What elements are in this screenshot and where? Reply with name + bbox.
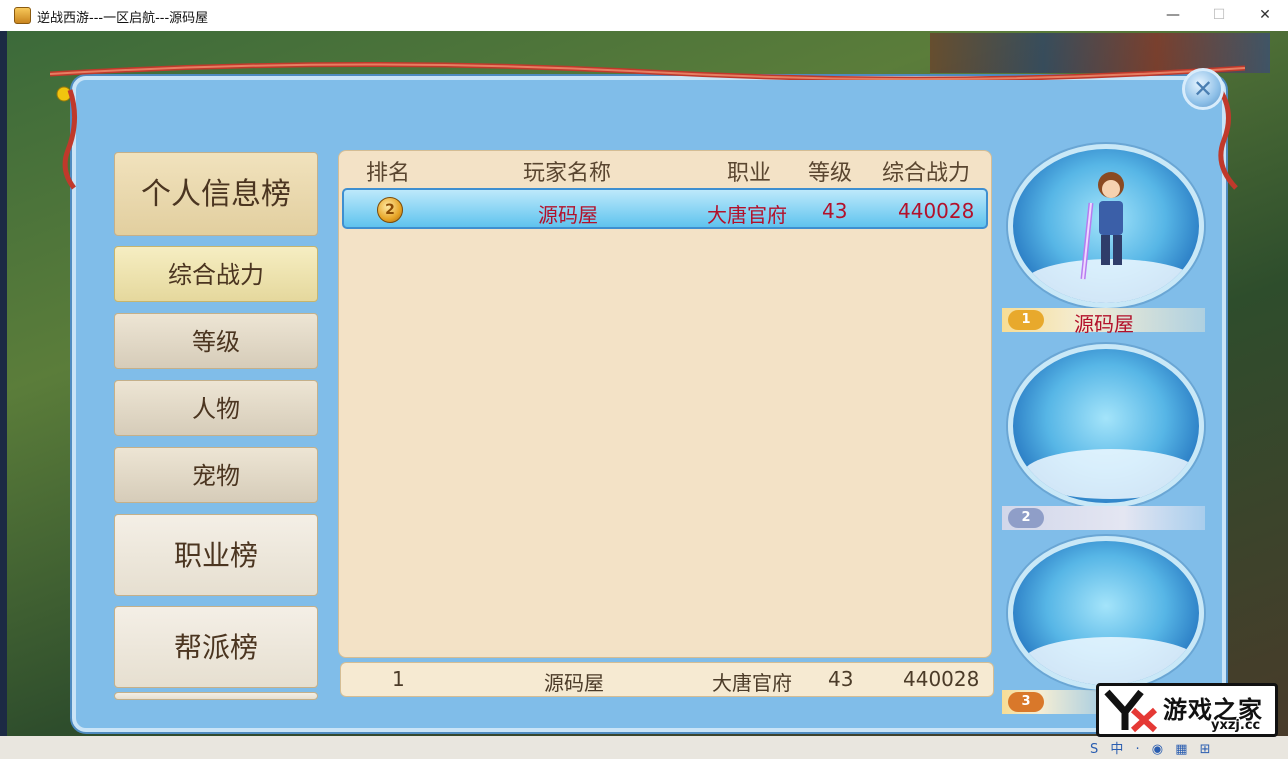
header-level: 等级 [808, 161, 853, 186]
character-avatar-icon [1080, 172, 1124, 280]
tab-class-ranking[interactable]: 职业榜 [114, 514, 318, 596]
my-level: 43 [828, 667, 854, 691]
knot-left-icon [56, 86, 77, 190]
desktop-edge [0, 31, 7, 759]
minimize-button[interactable]: — [1150, 0, 1196, 31]
window-titlebar: 逆战西游---一区启航---源码屋 — ☐ ✕ [0, 0, 1288, 32]
site-logo: 游戏之家 yxzj.cc [1096, 683, 1278, 737]
tab-more[interactable] [114, 692, 318, 700]
yx-logo-icon [1104, 689, 1158, 733]
top2-portrait[interactable] [1008, 344, 1204, 508]
tab-guild-ranking[interactable]: 帮派榜 [114, 606, 318, 688]
app-icon [14, 7, 31, 24]
row-level: 43 [822, 199, 848, 223]
logo-url: yxzj.cc [1211, 718, 1261, 733]
tab-level[interactable]: 等级 [114, 313, 318, 369]
top1-label: 1 源码屋 [1002, 308, 1205, 336]
header-player-name: 玩家名称 [523, 161, 612, 186]
my-class: 大唐官府 [712, 671, 792, 695]
window-title: 逆战西游---一区启航---源码屋 [37, 11, 209, 26]
tab-combat-power[interactable]: 综合战力 [114, 246, 318, 302]
row-player-name: 源码屋 [538, 203, 598, 227]
maximize-button[interactable]: ☐ [1196, 0, 1242, 31]
row-class: 大唐官府 [707, 203, 787, 227]
top3-label: 3 [1002, 690, 1098, 714]
top1-name: 源码屋 [1074, 312, 1134, 336]
my-ranking-row: 1 源码屋 大唐官府 43 440028 [340, 662, 994, 697]
tab-character[interactable]: 人物 [114, 380, 318, 436]
header-rank: 排名 [366, 161, 411, 186]
rank-3-badge-icon: 3 [1008, 692, 1044, 712]
close-window-button[interactable]: ✕ [1242, 0, 1288, 31]
my-player-name: 源码屋 [544, 671, 604, 695]
row-combat-power: 440028 [898, 199, 975, 223]
header-class: 职业 [727, 161, 772, 186]
rope-decoration [50, 61, 1245, 80]
tab-pet[interactable]: 宠物 [114, 447, 318, 503]
close-panel-button[interactable]: ✕ [1182, 68, 1224, 110]
rank-medal-icon: 2 [377, 197, 403, 223]
table-row[interactable]: 2 源码屋 大唐官府 43 440028 [342, 188, 988, 229]
header-combat-power: 综合战力 [882, 161, 971, 186]
my-combat-power: 440028 [903, 667, 980, 691]
rank-2-badge-icon: 2 [1008, 508, 1044, 528]
top2-label: 2 [1002, 506, 1205, 530]
my-rank: 1 [392, 667, 405, 691]
tab-personal-ranking[interactable]: 个人信息榜 [114, 152, 318, 236]
top3-portrait[interactable] [1008, 536, 1204, 690]
top1-portrait[interactable] [1008, 144, 1204, 308]
tray-icons: S 中 · ◉ ▦ ⊞ [1090, 742, 1215, 757]
rank-1-badge-icon: 1 [1008, 310, 1044, 330]
